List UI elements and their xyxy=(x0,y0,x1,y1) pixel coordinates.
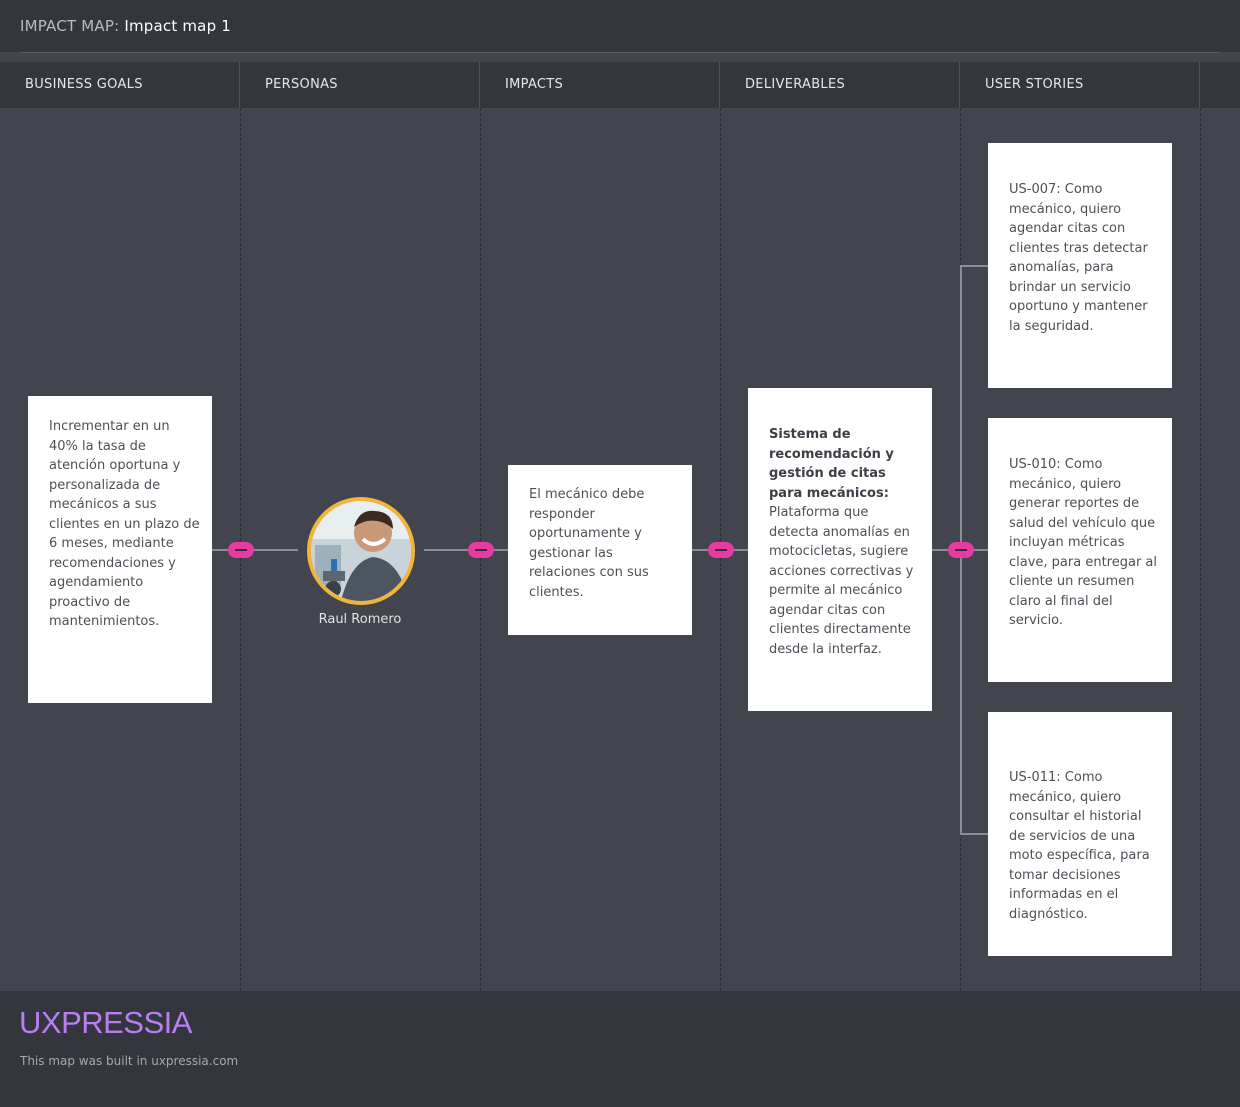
column-header-deliverables[interactable]: DELIVERABLES xyxy=(720,62,960,108)
map-title: IMPACT MAP: Impact map 1 xyxy=(20,17,231,35)
connector-goal-persona xyxy=(212,549,298,551)
column-header-label: DELIVERABLES xyxy=(745,77,846,92)
user-story-card[interactable]: US-010: Como mecánico, quiero generar re… xyxy=(988,418,1172,682)
connector-story-1 xyxy=(960,265,988,267)
map-name[interactable]: Impact map 1 xyxy=(124,17,231,35)
collapse-toggle-icon[interactable] xyxy=(468,542,494,558)
column-header-user-stories[interactable]: USER STORIES xyxy=(960,62,1200,108)
column-header-bar: BUSINESS GOALS PERSONAS IMPACTS DELIVERA… xyxy=(0,62,1240,108)
collapse-toggle-icon[interactable] xyxy=(228,542,254,558)
uxpressia-logo[interactable]: UXPRESSIA xyxy=(19,1005,192,1041)
top-bar: IMPACT MAP: Impact map 1 xyxy=(0,0,1240,53)
title-divider xyxy=(20,52,1220,53)
column-header-business-goals[interactable]: BUSINESS GOALS xyxy=(0,62,240,108)
column-header-impacts[interactable]: IMPACTS xyxy=(480,62,720,108)
persona-avatar[interactable] xyxy=(307,497,415,605)
business-goal-card[interactable]: Incrementar en un 40% la tasa de atenció… xyxy=(28,396,212,703)
connector-story-3 xyxy=(960,833,988,835)
map-title-label: IMPACT MAP: xyxy=(20,17,120,35)
deliverable-content: Sistema de recomendación y gestión de ci… xyxy=(769,425,921,659)
column-header-label: USER STORIES xyxy=(985,77,1084,92)
persona-name[interactable]: Raul Romero xyxy=(290,612,430,627)
impact-text: El mecánico debe responder oportunamente… xyxy=(529,487,649,600)
user-story-card[interactable]: US-007: Como mecánico, quiero agendar ci… xyxy=(988,143,1172,388)
connector-persona-impact xyxy=(424,549,508,551)
impact-card[interactable]: El mecánico debe responder oportunamente… xyxy=(508,465,692,635)
deliverable-card[interactable]: Sistema de recomendación y gestión de ci… xyxy=(748,388,932,711)
column-header-personas[interactable]: PERSONAS xyxy=(240,62,480,108)
built-with-text: This map was built in uxpressia.com xyxy=(20,1054,239,1068)
column-header-label: IMPACTS xyxy=(505,77,564,92)
user-story-text: US-010: Como mecánico, quiero generar re… xyxy=(1009,457,1158,628)
user-story-text: US-011: Como mecánico, quiero consultar … xyxy=(1009,770,1150,922)
collapse-toggle-icon[interactable] xyxy=(948,542,974,558)
footer: UXPRESSIA This map was built in uxpressi… xyxy=(0,991,1240,1107)
column-header-label: BUSINESS GOALS xyxy=(25,77,143,92)
column-divider xyxy=(1200,108,1201,991)
collapse-toggle-icon[interactable] xyxy=(708,542,734,558)
column-header-label: PERSONAS xyxy=(265,77,338,92)
user-story-card[interactable]: US-011: Como mecánico, quiero consultar … xyxy=(988,712,1172,956)
persona-avatar-photo xyxy=(311,501,411,601)
business-goal-text: Incrementar en un 40% la tasa de atenció… xyxy=(49,419,200,629)
user-story-text: US-007: Como mecánico, quiero agendar ci… xyxy=(1009,182,1148,334)
deliverable-text: Plataforma que detecta anomalías en moto… xyxy=(769,505,914,657)
deliverable-title: Sistema de recomendación y gestión de ci… xyxy=(769,427,894,501)
